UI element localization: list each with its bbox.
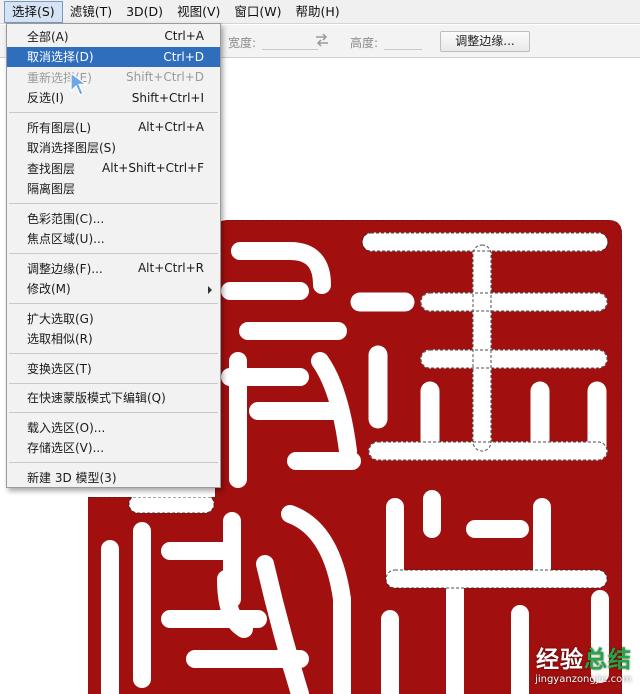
menu-item-shortcut: Ctrl+A <box>164 29 204 44</box>
height-field[interactable] <box>384 34 422 50</box>
menu-item-shortcut: Alt+Ctrl+A <box>138 120 204 135</box>
menu-separator <box>9 253 218 254</box>
menu-help[interactable]: 帮助(H) <box>289 1 347 23</box>
menu-item-label: 修改(M) <box>27 282 71 297</box>
menu-item-inverse[interactable]: 反选(I) Shift+Ctrl+I <box>7 88 220 109</box>
menu-separator <box>9 462 218 463</box>
menu-separator <box>9 303 218 304</box>
menu-item-label: 色彩范围(C)... <box>27 211 105 226</box>
menu-item-label: 选取相似(R) <box>27 332 93 347</box>
menu-item-transform-selection[interactable]: 变换选区(T) <box>7 358 220 379</box>
menu-item-label: 存储选区(V)... <box>27 441 105 456</box>
menu-item-deselect-layers[interactable]: 取消选择图层(S) <box>7 138 220 159</box>
menu-item-shortcut: Alt+Ctrl+R <box>137 261 204 276</box>
menu-item-label: 取消选择图层(S) <box>27 141 116 156</box>
menu-item-new-3d-model[interactable]: 新建 3D 模型(3) <box>7 467 220 488</box>
mouse-cursor-icon <box>70 71 88 96</box>
menu-item-find-layers[interactable]: 查找图层 Alt+Shift+Ctrl+F <box>7 158 220 179</box>
menu-separator <box>9 112 218 113</box>
submenu-arrow-icon <box>208 285 212 294</box>
width-label: 宽度: <box>228 36 257 50</box>
select-menu-dropdown: 全部(A) Ctrl+A 取消选择(D) Ctrl+D 重新选择(E) Shif… <box>6 23 221 488</box>
menu-item-label: 焦点区域(U)... <box>27 232 105 247</box>
menu-item-all-layers[interactable]: 所有图层(L) Alt+Ctrl+A <box>7 117 220 138</box>
menu-separator <box>9 203 218 204</box>
menu-item-isolate-layers[interactable]: 隔离图层 <box>7 179 220 200</box>
menu-item-shortcut: Shift+Ctrl+D <box>126 70 204 85</box>
menu-item-label: 调整边缘(F)... <box>27 261 103 276</box>
menu-3d[interactable]: 3D(D) <box>119 1 170 23</box>
menu-item-label: 在快速蒙版模式下编辑(Q) <box>27 391 166 406</box>
menu-item-color-range[interactable]: 色彩范围(C)... <box>7 208 220 229</box>
menu-separator <box>9 353 218 354</box>
width-field[interactable] <box>262 34 318 50</box>
menu-item-label: 变换选区(T) <box>27 361 92 376</box>
menu-bar: 选择(S) 滤镜(T) 3D(D) 视图(V) 窗口(W) 帮助(H) <box>0 0 640 24</box>
menu-item-shortcut: Shift+Ctrl+I <box>131 90 204 105</box>
menu-item-modify[interactable]: 修改(M) <box>7 279 220 300</box>
menu-item-quick-mask[interactable]: 在快速蒙版模式下编辑(Q) <box>7 388 220 409</box>
height-label: 高度: <box>350 36 379 50</box>
menu-item-label: 载入选区(O)... <box>27 420 106 435</box>
menu-item-select-all[interactable]: 全部(A) Ctrl+A <box>7 26 220 47</box>
menu-item-similar[interactable]: 选取相似(R) <box>7 329 220 350</box>
menu-item-focus-area[interactable]: 焦点区域(U)... <box>7 229 220 250</box>
menu-item-load-selection[interactable]: 载入选区(O)... <box>7 417 220 438</box>
menu-item-label: 全部(A) <box>27 29 69 44</box>
watermark: 经验总结 jingyanzongjie.com <box>492 640 632 690</box>
watermark-brand-b: 总结 <box>584 647 632 673</box>
swap-icon[interactable] <box>314 32 330 48</box>
menu-separator <box>9 412 218 413</box>
menu-item-shortcut: Ctrl+D <box>163 49 204 64</box>
menu-item-reselect[interactable]: 重新选择(E) Shift+Ctrl+D <box>7 67 220 88</box>
refine-edge-button[interactable]: 调整边缘... <box>440 31 530 52</box>
menu-item-label: 所有图层(L) <box>27 120 92 135</box>
menu-item-save-selection[interactable]: 存储选区(V)... <box>7 438 220 459</box>
watermark-url: jingyanzongjie.com <box>535 674 632 685</box>
menu-window[interactable]: 窗口(W) <box>227 1 288 23</box>
menu-separator <box>9 382 218 384</box>
menu-item-shortcut: Alt+Shift+Ctrl+F <box>102 161 204 176</box>
menu-item-grow[interactable]: 扩大选取(G) <box>7 308 220 329</box>
menu-item-label: 隔离图层 <box>27 182 76 197</box>
menu-item-label: 新建 3D 模型(3) <box>27 470 117 485</box>
menu-filter[interactable]: 滤镜(T) <box>63 1 119 23</box>
menu-item-deselect[interactable]: 取消选择(D) Ctrl+D <box>7 46 220 67</box>
menu-item-label: 扩大选取(G) <box>27 311 94 326</box>
menu-select[interactable]: 选择(S) <box>4 0 63 23</box>
menu-item-label: 查找图层 <box>27 161 76 176</box>
menu-view[interactable]: 视图(V) <box>170 1 227 23</box>
watermark-brand-a: 经验 <box>536 647 584 673</box>
menu-item-refine-edge[interactable]: 调整边缘(F)... Alt+Ctrl+R <box>7 258 220 279</box>
watermark-brand: 经验总结 <box>492 640 632 674</box>
menu-item-label: 取消选择(D) <box>27 50 94 65</box>
